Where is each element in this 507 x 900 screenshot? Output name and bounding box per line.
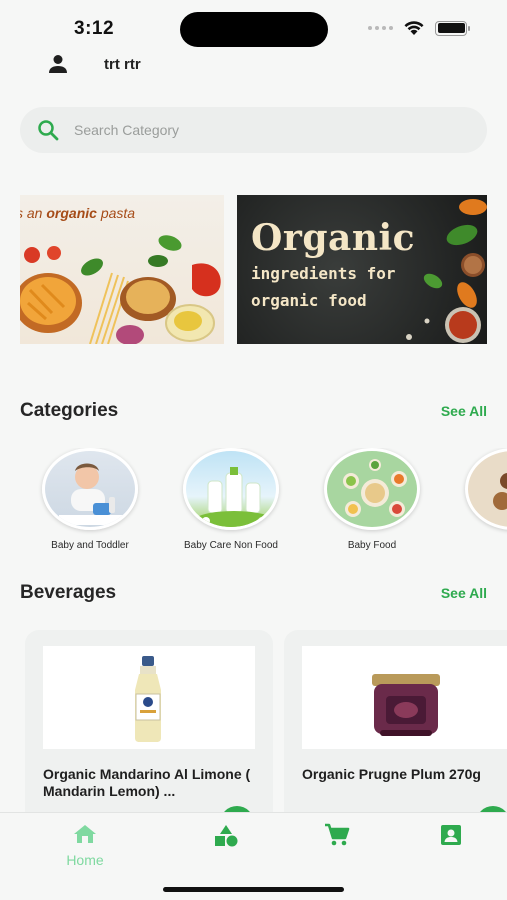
wifi-icon <box>404 21 424 35</box>
beverages-carousel[interactable]: Organic Mandarino Al Limone ( Mandarin L… <box>0 630 507 815</box>
category-next[interactable] <box>443 448 507 530</box>
dynamic-island <box>180 12 328 47</box>
product-image <box>302 646 507 749</box>
nav-categories[interactable] <box>186 823 266 852</box>
nav-profile[interactable] <box>411 823 491 852</box>
shapes-icon <box>215 825 238 847</box>
category-label: Baby Care Non Food <box>184 540 278 551</box>
category-image <box>324 448 420 530</box>
categories-title: Categories <box>20 400 119 421</box>
battery-icon <box>435 20 470 36</box>
banner-organic-line2: organic food <box>251 291 367 310</box>
search-bar[interactable] <box>20 107 487 153</box>
category-label: Baby Food <box>347 540 397 551</box>
home-indicator <box>163 887 344 892</box>
category-image <box>183 448 279 530</box>
search-icon <box>38 120 59 141</box>
pasta-illustration <box>20 235 221 344</box>
banner-organic-line1: ingredients for <box>251 264 396 283</box>
nav-cart[interactable] <box>297 823 377 852</box>
category-image <box>465 448 507 530</box>
beverages-see-all-link[interactable]: See All <box>441 585 487 601</box>
category-baby-and-toddler[interactable]: Baby and Toddler <box>20 448 160 551</box>
beverages-title: Beverages <box>20 582 117 603</box>
user-icon[interactable] <box>46 52 70 76</box>
categories-carousel[interactable]: Baby and Toddler Baby Care Non Food Baby… <box>0 448 507 558</box>
categories-see-all-link[interactable]: See All <box>441 403 487 419</box>
category-baby-food[interactable]: Baby Food <box>302 448 442 551</box>
nav-home-label: Home <box>66 852 104 868</box>
product-title: Organic Prugne Plum 270g <box>302 766 481 782</box>
cart-icon <box>325 823 350 846</box>
signal-icon <box>368 26 393 30</box>
status-icons <box>368 20 470 36</box>
contact-icon <box>441 825 461 845</box>
status-time: 3:12 <box>74 18 115 39</box>
search-input[interactable] <box>74 122 454 138</box>
categories-header: Categories See All <box>20 400 487 422</box>
app-header: trt rtr <box>46 50 141 78</box>
user-name: trt rtr <box>104 55 141 73</box>
banner-organic-ingredients[interactable]: Organic ingredients for organic food <box>237 195 487 344</box>
product-card[interactable]: Organic Prugne Plum 270g <box>284 630 507 815</box>
status-bar: 3:12 <box>0 0 507 56</box>
product-title: Organic Mandarino Al Limone ( Mandarin L… <box>43 766 251 799</box>
product-card[interactable]: Organic Mandarino Al Limone ( Mandarin L… <box>25 630 273 815</box>
product-image <box>43 646 255 749</box>
category-label: Baby and Toddler <box>51 540 129 551</box>
category-baby-care-non-food[interactable]: Baby Care Non Food <box>161 448 301 551</box>
home-icon <box>74 825 96 843</box>
banner-organic-pasta[interactable]: s an organic pasta <box>20 195 224 344</box>
category-image <box>42 448 138 530</box>
beverages-header: Beverages See All <box>20 582 487 604</box>
banner-organic-title: Organic <box>251 217 416 259</box>
nav-home[interactable]: Home <box>45 823 125 868</box>
